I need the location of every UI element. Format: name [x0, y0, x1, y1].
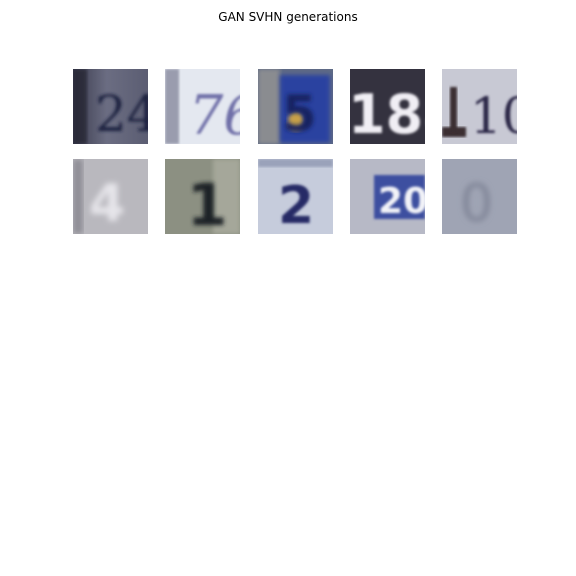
- svg-text:76: 76: [189, 84, 240, 144]
- figure-title: GAN SVHN generations: [218, 10, 358, 24]
- svg-text:2: 2: [278, 176, 314, 234]
- svg-text:5: 5: [282, 85, 317, 143]
- svg-text:4: 4: [89, 174, 125, 234]
- svg-text:0: 0: [460, 174, 493, 234]
- generated-sample-image: 4: [73, 159, 148, 234]
- generated-sample-image: 5: [258, 69, 333, 144]
- generated-sample-image: 1: [165, 159, 240, 234]
- svg-text:188: 188: [350, 83, 425, 144]
- generated-sample-image: 0: [442, 159, 517, 234]
- svg-text:10: 10: [470, 87, 517, 144]
- svg-text:20: 20: [378, 181, 425, 222]
- generated-sample-image: 10: [442, 69, 517, 144]
- generated-sample-image: 76: [165, 69, 240, 144]
- generated-sample-image: 20: [350, 159, 425, 234]
- generated-sample-image: 188: [350, 69, 425, 144]
- generated-sample-image: 24: [73, 69, 148, 144]
- svg-text:1: 1: [187, 171, 227, 234]
- svg-text:24: 24: [95, 85, 148, 143]
- generated-sample-image: 2: [258, 159, 333, 234]
